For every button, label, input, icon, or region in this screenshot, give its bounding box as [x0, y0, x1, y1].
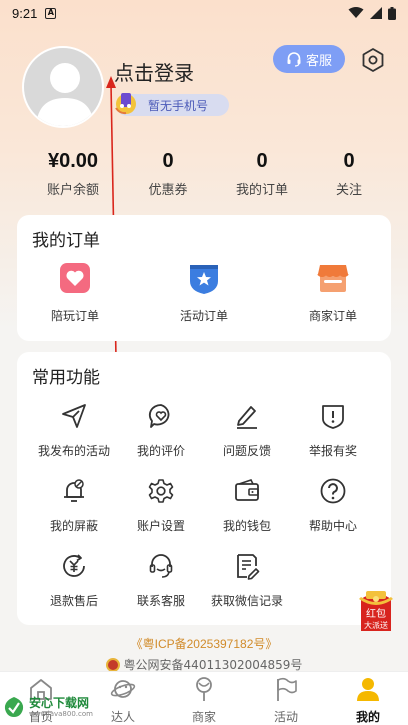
func-label: 帮助中心: [308, 519, 357, 533]
customer-service-button[interactable]: 客服: [273, 45, 345, 73]
orders-card: 我的订单 陪玩订单 活动订单 商家订单: [17, 215, 391, 341]
gear-icon: [148, 479, 174, 503]
stat-label: 优惠券: [148, 183, 188, 198]
watermark-logo-icon: [4, 697, 24, 717]
status-time: 9:21: [12, 5, 38, 21]
settings-icon[interactable]: [359, 46, 387, 74]
watermark-url: www.java800.com: [29, 709, 93, 718]
notification-icon: A: [45, 7, 57, 19]
functions-card: 常用功能 我发布的活动 我的评价 问题反馈 举报有奖 我的屏蔽 账户设置 我的钱…: [17, 352, 391, 625]
headset-icon: [287, 52, 301, 67]
func-my-activities[interactable]: 我发布的活动: [26, 402, 122, 459]
stat-label: 我的订单: [235, 183, 288, 198]
red-packet-promo[interactable]: 红包 大派送: [355, 589, 397, 635]
shop-icon: [317, 265, 349, 292]
wallet-icon: [235, 479, 259, 501]
avatar[interactable]: [22, 46, 104, 128]
watermark-title: 安心下载网: [29, 695, 90, 710]
flag-icon: [277, 677, 297, 701]
status-bar: 9:21 A: [0, 0, 408, 26]
phone-emoji-icon: [115, 93, 136, 115]
func-label: 举报有奖: [308, 444, 357, 458]
stat-label: 账户余额: [46, 183, 99, 198]
battery-icon: [388, 6, 396, 20]
func-feedback[interactable]: 问题反馈: [199, 402, 295, 459]
func-account-settings[interactable]: 账户设置: [113, 477, 209, 534]
document-icon: [237, 554, 260, 580]
customer-service-label: 客服: [305, 53, 332, 69]
func-refund[interactable]: 退款售后: [26, 552, 122, 609]
func-label: 我发布的活动: [37, 444, 110, 458]
stat-value: 0: [256, 150, 268, 172]
tab-activity[interactable]: 活动: [245, 676, 327, 725]
tab-label: 我的: [355, 710, 380, 724]
func-my-blocked[interactable]: 我的屏蔽: [26, 477, 122, 534]
func-label: 问题反馈: [222, 444, 271, 458]
func-report[interactable]: 举报有奖: [285, 402, 381, 459]
order-activity[interactable]: 活动订单: [154, 261, 254, 324]
bell-off-icon: [64, 479, 84, 502]
order-label: 商家订单: [308, 309, 357, 323]
func-my-reviews[interactable]: 我的评价: [113, 402, 209, 459]
watermark: 安心下载网 www.java800.com: [2, 692, 112, 722]
red-packet-line1: 红包: [366, 609, 386, 620]
functions-title: 常用功能: [32, 368, 100, 388]
watermark-text: 安心下载网 www.java800.com: [29, 697, 93, 718]
func-wechat-records[interactable]: 获取微信记录: [199, 552, 295, 609]
func-label: 获取微信记录: [210, 594, 283, 608]
red-packet-line2: 大派送: [364, 621, 388, 630]
alert-shield-icon: [322, 405, 344, 429]
stat-orders[interactable]: 0 我的订单: [212, 150, 312, 198]
planet-icon: [110, 680, 136, 698]
order-merchant[interactable]: 商家订单: [283, 261, 383, 324]
wifi-icon: [348, 7, 364, 18]
heart-icon: [60, 263, 90, 293]
headset-icon: [149, 554, 173, 578]
help-icon: [320, 478, 346, 504]
star-shield-icon: [190, 265, 218, 294]
func-contact-service[interactable]: 联系客服: [113, 552, 209, 609]
stat-value: 0: [162, 150, 174, 172]
stat-coupons[interactable]: 0 优惠券: [118, 150, 218, 198]
login-prompt[interactable]: 点击登录: [114, 57, 194, 86]
stat-following[interactable]: 0 关注: [299, 150, 399, 198]
lollipop-icon: [196, 677, 212, 701]
tab-label: 商家: [191, 710, 216, 724]
tab-merchant[interactable]: 商家: [163, 676, 245, 725]
func-help-center[interactable]: 帮助中心: [285, 477, 381, 534]
func-label: 我的评价: [136, 444, 185, 458]
func-label: 我的屏蔽: [49, 519, 98, 533]
func-label: 账户设置: [136, 519, 185, 533]
stat-value: ¥0.00: [47, 150, 99, 172]
icp-license[interactable]: 《粤ICP备2025397182号》: [0, 635, 408, 652]
person-icon: [357, 678, 379, 701]
signal-icon: [370, 7, 382, 19]
status-icons: [348, 6, 396, 20]
stat-label: 关注: [335, 183, 362, 198]
stat-balance[interactable]: ¥0.00 账户余额: [23, 150, 123, 198]
police-badge-icon: [105, 657, 120, 672]
func-my-wallet[interactable]: 我的钱包: [199, 477, 295, 534]
refund-icon: [63, 554, 85, 577]
order-label: 陪玩订单: [50, 309, 99, 323]
order-companion[interactable]: 陪玩订单: [25, 261, 125, 324]
send-icon: [62, 404, 86, 428]
account-stats: ¥0.00 账户余额 0 优惠券 0 我的订单 0 关注: [0, 150, 408, 206]
pen-icon: [237, 406, 257, 429]
phone-text: 暂无手机号: [148, 98, 209, 113]
func-label: 我的钱包: [222, 519, 271, 533]
tab-mine[interactable]: 我的: [327, 676, 408, 725]
func-label: 联系客服: [136, 594, 185, 608]
func-label: 退款售后: [49, 594, 98, 608]
stat-value: 0: [343, 150, 355, 172]
tab-label: 活动: [273, 710, 298, 724]
orders-title: 我的订单: [32, 231, 100, 251]
chat-heart-icon: [148, 404, 170, 428]
order-label: 活动订单: [179, 309, 228, 323]
